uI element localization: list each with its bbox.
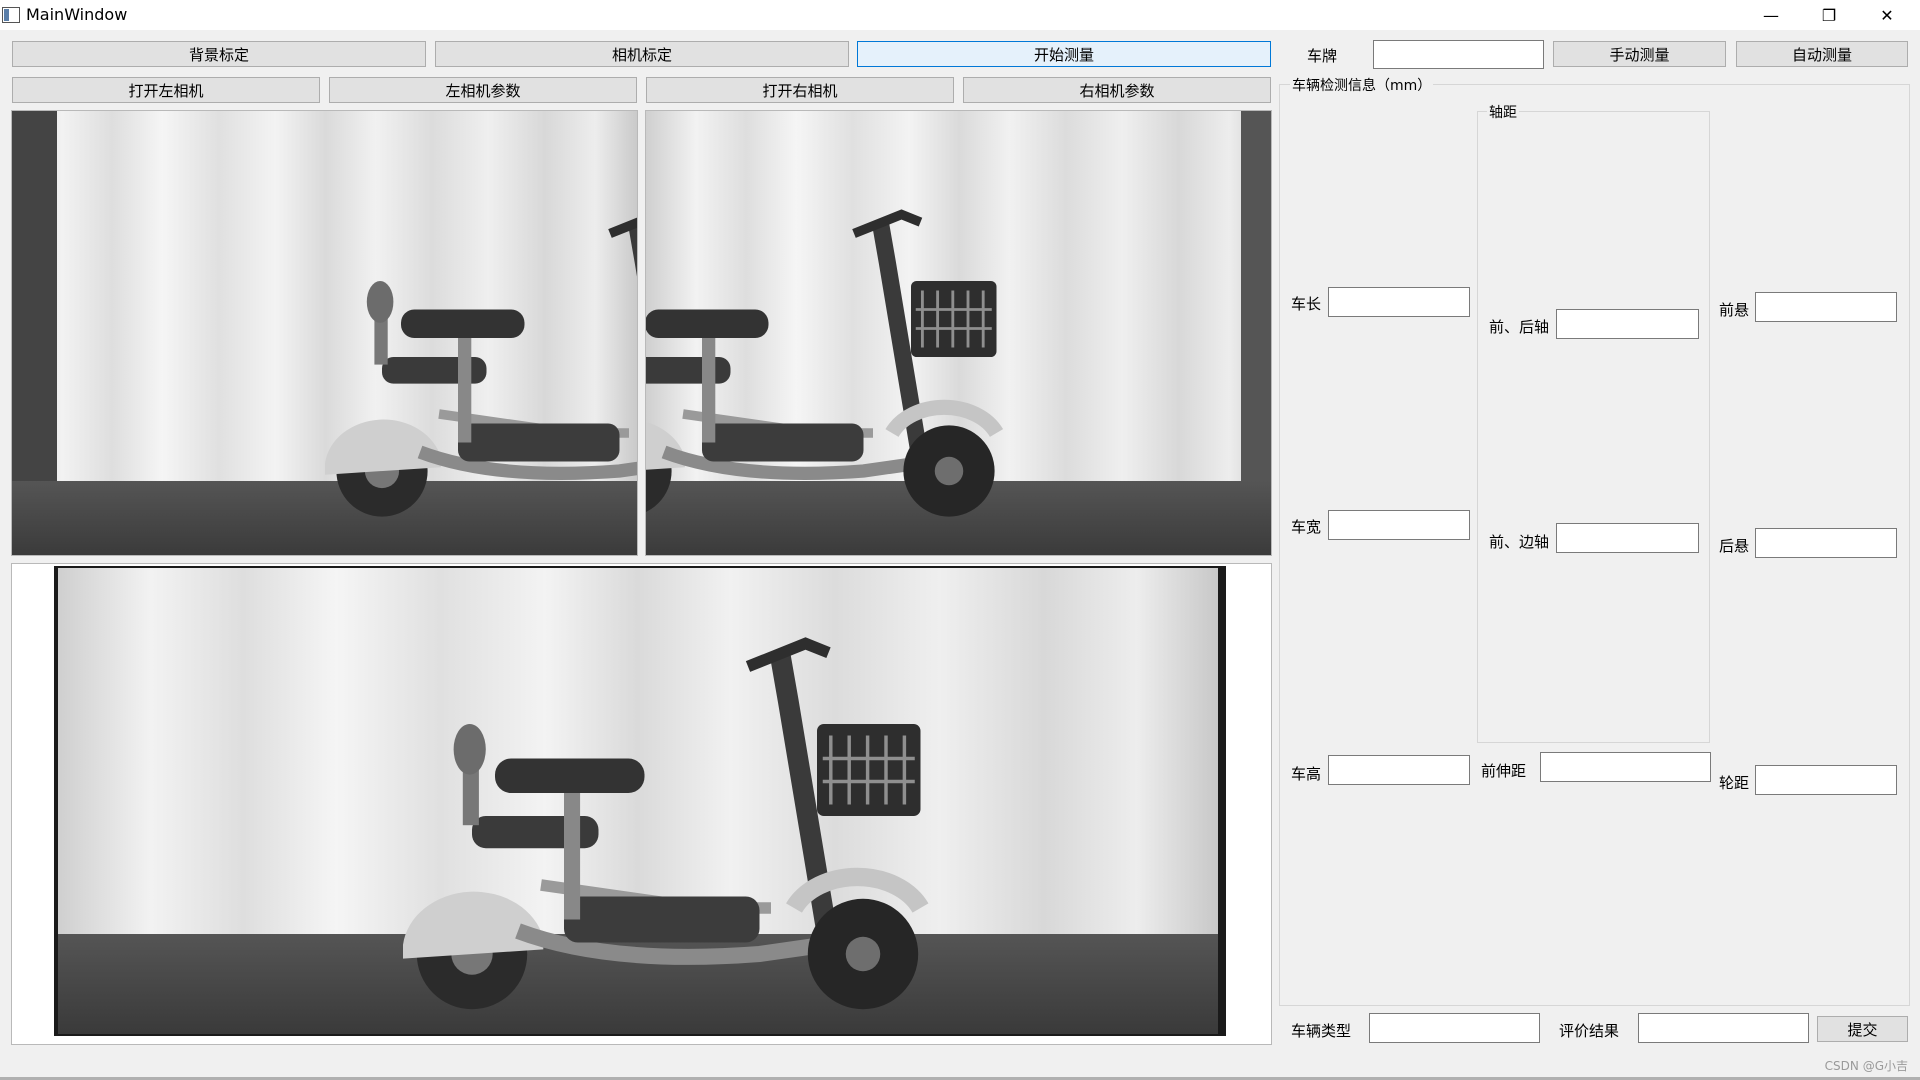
minimize-button[interactable]: — bbox=[1742, 0, 1800, 30]
length-input[interactable] bbox=[1328, 287, 1470, 317]
height-input[interactable] bbox=[1328, 755, 1470, 785]
manual-measure-button[interactable]: 手动测量 bbox=[1553, 41, 1726, 67]
close-button[interactable]: ✕ bbox=[1858, 0, 1916, 30]
open-right-camera-button[interactable]: 打开右相机 bbox=[646, 77, 954, 103]
vehicle-type-label: 车辆类型 bbox=[1291, 1022, 1352, 1040]
track-input[interactable] bbox=[1755, 765, 1897, 795]
camera-calibration-button[interactable]: 相机标定 bbox=[435, 41, 849, 67]
vehicle-detection-group-title: 车辆检测信息（mm） bbox=[1290, 75, 1434, 95]
title-bar: MainWindow — ❐ ✕ bbox=[0, 0, 1920, 30]
right-camera-view bbox=[645, 110, 1272, 556]
submit-button[interactable]: 提交 bbox=[1817, 1016, 1908, 1042]
front-overhang-label: 前悬 bbox=[1719, 301, 1750, 319]
width-input[interactable] bbox=[1328, 510, 1470, 540]
rear-overhang-input[interactable] bbox=[1755, 528, 1897, 558]
auto-measure-button[interactable]: 自动测量 bbox=[1736, 41, 1908, 67]
plate-input[interactable] bbox=[1373, 40, 1544, 69]
front-rear-axle-label: 前、后轴 bbox=[1489, 318, 1550, 336]
length-label: 车长 bbox=[1291, 295, 1322, 313]
height-label: 车高 bbox=[1291, 765, 1322, 783]
vehicle-type-input[interactable] bbox=[1369, 1013, 1540, 1043]
left-camera-params-button[interactable]: 左相机参数 bbox=[329, 77, 637, 103]
rear-overhang-label: 后悬 bbox=[1719, 537, 1750, 555]
measurement-result-view bbox=[11, 563, 1272, 1045]
restore-button[interactable]: ❐ bbox=[1800, 0, 1858, 30]
left-camera-view bbox=[11, 110, 638, 556]
track-label: 轮距 bbox=[1719, 774, 1750, 792]
front-side-axle-label: 前、边轴 bbox=[1489, 533, 1550, 551]
window-title: MainWindow bbox=[26, 5, 128, 24]
front-extension-input[interactable] bbox=[1540, 752, 1711, 782]
start-measure-button[interactable]: 开始测量 bbox=[857, 41, 1271, 67]
evaluation-label: 评价结果 bbox=[1559, 1022, 1620, 1040]
evaluation-input[interactable] bbox=[1638, 1013, 1809, 1043]
plate-label: 车牌 bbox=[1307, 47, 1338, 65]
open-left-camera-button[interactable]: 打开左相机 bbox=[12, 77, 320, 103]
right-camera-params-button[interactable]: 右相机参数 bbox=[963, 77, 1271, 103]
front-extension-label: 前伸距 bbox=[1481, 762, 1527, 780]
watermark: CSDN @G小吉 bbox=[1824, 1059, 1908, 1073]
background-calibration-button[interactable]: 背景标定 bbox=[12, 41, 426, 67]
wheelbase-group bbox=[1477, 111, 1710, 743]
width-label: 车宽 bbox=[1291, 518, 1322, 536]
app-icon bbox=[2, 7, 20, 23]
wheelbase-group-title: 轴距 bbox=[1487, 102, 1519, 122]
front-rear-axle-input[interactable] bbox=[1556, 309, 1699, 339]
front-overhang-input[interactable] bbox=[1755, 292, 1897, 322]
front-side-axle-input[interactable] bbox=[1556, 523, 1699, 553]
